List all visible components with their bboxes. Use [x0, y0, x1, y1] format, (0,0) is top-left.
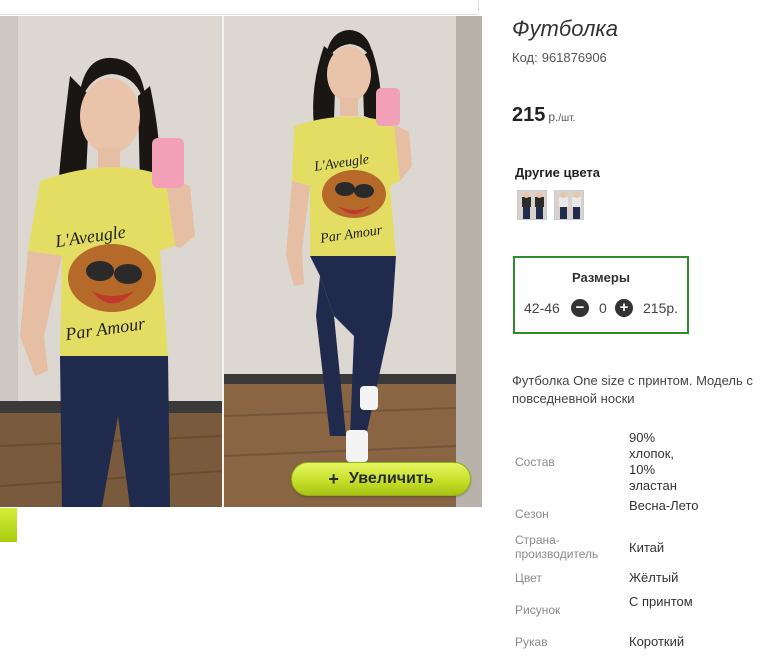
photo-front-image: L'Aveugle Par Amour — [0, 16, 222, 507]
product-code: Код: 961876906 — [512, 50, 607, 65]
product-code-label: Код: — [512, 50, 538, 65]
price-per-unit: /шт. — [558, 113, 576, 124]
price-unit: р./шт. — [548, 110, 575, 124]
product-price: 215 р./шт. — [512, 104, 575, 127]
product-code-value: 961876906 — [541, 50, 607, 65]
product-description: Футболка One size с принтом. Модель с по… — [512, 372, 770, 408]
sizes-panel: Размеры 42-46 − 0 + 215р. — [513, 256, 689, 334]
product-photo-front[interactable]: L'Aveugle Par Amour — [0, 16, 222, 507]
spec-value: Жёлтый — [629, 570, 679, 585]
side-tab[interactable] — [0, 508, 17, 542]
spec-value: Весна-Лето — [629, 498, 699, 513]
swatch-image-2 — [555, 191, 583, 219]
zoom-button-label: Увеличить — [348, 470, 434, 487]
spec-label: Сезон — [515, 507, 549, 521]
photo-walking-image: L'Aveugle Par Amour — [224, 16, 482, 507]
description-line-1: Футболка One size с принтом. Модель с — [512, 373, 753, 388]
quantity-value[interactable]: 0 — [599, 300, 607, 316]
spec-label: Цвет — [515, 571, 542, 585]
size-row: 42-46 − 0 + 215р. — [524, 298, 684, 318]
sizes-heading: Размеры — [572, 270, 630, 285]
top-divider-stub — [478, 0, 479, 14]
increase-quantity-button[interactable]: + — [615, 299, 633, 317]
spec-label: Состав — [515, 455, 555, 469]
size-price: 215р. — [643, 300, 679, 316]
price-currency: р. — [548, 110, 559, 124]
description-line-2: повседневной носки — [512, 391, 635, 406]
plus-icon: + — [328, 468, 339, 489]
product-gallery[interactable]: L'Aveugle Par Amour L'Aveugle Par Amour — [0, 16, 482, 507]
price-value: 215 — [512, 104, 546, 126]
spec-value: Китай — [629, 540, 665, 555]
product-title: Футболка — [512, 16, 618, 41]
spec-label: Страна-производитель — [515, 533, 599, 561]
spec-value: 90% хлопок, 10% эластан — [629, 430, 677, 493]
color-swatch-1[interactable] — [517, 190, 547, 220]
zoom-button[interactable]: + Увеличить — [291, 462, 471, 496]
other-colors-heading: Другие цвета — [515, 165, 600, 180]
swatch-image-1 — [518, 191, 546, 219]
decrease-quantity-button[interactable]: − — [571, 299, 589, 317]
spec-label: Рисунок — [515, 603, 561, 617]
spec-value: С принтом — [629, 594, 693, 609]
spec-label: Рукав — [515, 635, 548, 649]
color-swatch-2[interactable] — [554, 190, 584, 220]
product-photo-walking[interactable]: L'Aveugle Par Amour — [224, 16, 482, 507]
size-label: 42-46 — [524, 300, 560, 316]
top-divider — [0, 14, 478, 15]
spec-value: Короткий — [629, 634, 685, 649]
